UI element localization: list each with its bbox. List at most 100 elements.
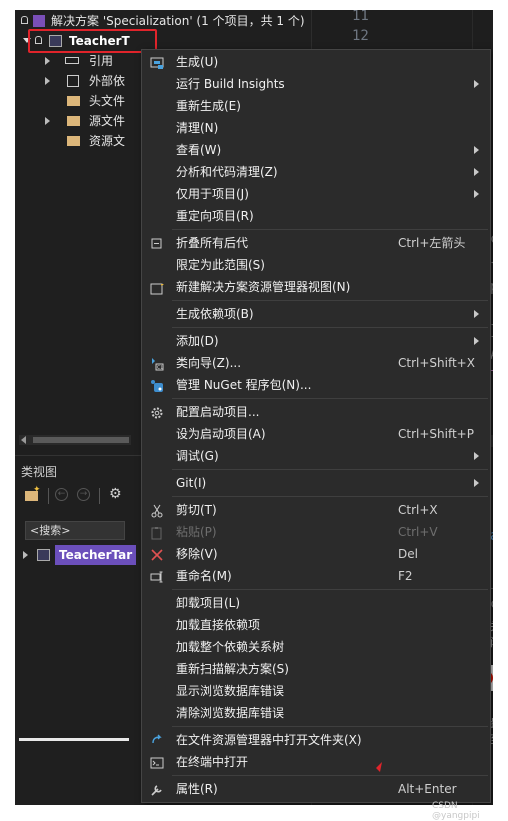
context-menu: 生成(U) 运行 Build Insights 重新生成(E) 清理(N) 查看(W) 分…	[141, 49, 491, 803]
scrollbar-thumb[interactable]	[33, 437, 129, 443]
menu-item-label: 粘贴(P)	[176, 525, 217, 539]
forward-icon[interactable]: →	[77, 488, 90, 501]
menu-item[interactable]: 清除浏览数据库错误	[142, 702, 490, 724]
menu-item[interactable]: 重新扫描解决方案(S)	[142, 658, 490, 680]
tree-item-label: 资源文	[89, 134, 126, 148]
menu-item[interactable]: CL 类向导(Z)... Ctrl+Shift+X	[142, 352, 490, 374]
external-deps-icon	[67, 75, 79, 87]
remove-icon	[150, 547, 164, 561]
menu-item-label: 剪切(T)	[176, 503, 217, 517]
menu-item-label: 清除浏览数据库错误	[176, 706, 285, 720]
menu-item-label: 重命名(M)	[176, 569, 232, 583]
menu-item[interactable]: 配置启动项目...	[142, 401, 490, 423]
menu-item-label: 显示浏览数据库错误	[176, 684, 285, 698]
highlight-box	[28, 29, 157, 53]
collapsed-arrow-icon	[23, 551, 28, 559]
menu-item-label: 生成依赖项(B)	[176, 307, 254, 321]
menu-item-shortcut: Ctrl+X	[398, 503, 438, 517]
menu-item-shortcut: Ctrl+V	[398, 525, 438, 539]
paste-icon	[150, 525, 164, 540]
menu-item[interactable]: 重命名(M) F2	[142, 565, 490, 587]
menu-item[interactable]: Git(I)	[142, 472, 490, 494]
new-folder-icon[interactable]: ✦	[25, 486, 41, 501]
gear-icon	[150, 405, 164, 419]
submenu-arrow-icon	[474, 168, 479, 176]
collapsed-arrow-icon	[45, 117, 50, 125]
class-view-search-input[interactable]: <搜索>	[25, 521, 125, 540]
panel-edge	[19, 738, 129, 741]
open-folder-icon	[150, 733, 164, 747]
menu-item-label: 重新扫描解决方案(S)	[176, 662, 289, 676]
menu-item-label: 查看(W)	[176, 143, 222, 157]
filter-folder-icon	[67, 116, 80, 126]
menu-item[interactable]: 分析和代码清理(Z)	[142, 161, 490, 183]
menu-item[interactable]: 查看(W)	[142, 139, 490, 161]
tree-item-label: 源文件	[89, 114, 126, 128]
menu-item: 粘贴(P) Ctrl+V	[142, 521, 490, 543]
menu-item[interactable]: 显示浏览数据库错误	[142, 680, 490, 702]
menu-item[interactable]: 加载直接依赖项	[142, 614, 490, 636]
horizontal-scrollbar[interactable]	[19, 435, 131, 445]
collapsed-arrow-icon	[45, 57, 50, 65]
solution-label: 解决方案 'Specialization' (1 个项目，共 1 个)	[51, 14, 305, 28]
submenu-arrow-icon	[474, 452, 479, 460]
menu-separator	[172, 496, 488, 497]
menu-item-label: 折叠所有后代	[176, 236, 249, 250]
menu-item-label: 加载整个依赖关系树	[176, 640, 285, 654]
lock-icon	[21, 16, 28, 24]
class-view-title: 类视图	[21, 465, 58, 479]
menu-item[interactable]: 重新生成(E)	[142, 95, 490, 117]
menu-item[interactable]: 管理 NuGet 程序包(N)...	[142, 374, 490, 396]
menu-item[interactable]: 添加(D)	[142, 330, 490, 352]
submenu-arrow-icon	[474, 80, 479, 88]
line-number: 11	[352, 10, 369, 24]
menu-item-label: 新建解决方案资源管理器视图(N)	[176, 280, 351, 294]
tree-item-label: 外部依	[89, 74, 126, 88]
menu-separator	[172, 775, 488, 776]
menu-separator	[172, 398, 488, 399]
menu-item[interactable]: 生成依赖项(B)	[142, 303, 490, 325]
menu-item-label: 限定为此范围(S)	[176, 258, 265, 272]
menu-item[interactable]: 新建解决方案资源管理器视图(N)	[142, 276, 490, 298]
ide-window: 解决方案 'Specialization' (1 个项目，共 1 个) Teac…	[15, 10, 493, 805]
menu-item[interactable]: 重定向项目(R)	[142, 205, 490, 227]
menu-item[interactable]: 生成(U)	[142, 51, 490, 73]
menu-item-label: 在终端中打开	[176, 755, 249, 769]
menu-item[interactable]: 折叠所有后代 Ctrl+左箭头	[142, 232, 490, 254]
menu-item[interactable]: 清理(N)	[142, 117, 490, 139]
tree-item-label: 引用	[89, 54, 114, 68]
menu-item[interactable]: 加载整个依赖关系树	[142, 636, 490, 658]
menu-item[interactable]: 在终端中打开	[142, 751, 490, 773]
scroll-left-icon[interactable]	[21, 436, 26, 444]
menu-item[interactable]: 在文件资源管理器中打开文件夹(X)	[142, 729, 490, 751]
menu-item[interactable]: 设为启动项目(A) Ctrl+Shift+P	[142, 423, 490, 445]
menu-item[interactable]: 移除(V) Del	[142, 543, 490, 565]
back-icon[interactable]: ←	[55, 488, 68, 501]
tree-item-label: 头文件	[89, 94, 126, 108]
menu-item-label: 卸载项目(L)	[176, 596, 241, 610]
menu-item-label: 在文件资源管理器中打开文件夹(X)	[176, 733, 362, 747]
menu-item[interactable]: 卸载项目(L)	[142, 592, 490, 614]
menu-item[interactable]: 限定为此范围(S)	[142, 254, 490, 276]
class-view-project-label: TeacherTar	[55, 545, 137, 565]
menu-item[interactable]: 调试(G)	[142, 445, 490, 467]
rename-icon	[150, 569, 164, 583]
menu-separator	[172, 327, 488, 328]
class-view-project-node[interactable]: TeacherTar	[23, 545, 137, 565]
menu-item[interactable]: 仅用于项目(J)	[142, 183, 490, 205]
menu-item-label: Git(I)	[176, 476, 207, 490]
menu-item[interactable]: 剪切(T) Ctrl+X	[142, 499, 490, 521]
menu-item-label: 重新生成(E)	[176, 99, 241, 113]
menu-item[interactable]: 属性(R) Alt+Enter	[142, 778, 490, 800]
menu-item-label: 管理 NuGet 程序包(N)...	[176, 378, 312, 392]
line-number: 12	[352, 28, 369, 44]
submenu-arrow-icon	[474, 190, 479, 198]
menu-item[interactable]: 运行 Build Insights	[142, 73, 490, 95]
submenu-arrow-icon	[474, 479, 479, 487]
menu-item-label: 添加(D)	[176, 334, 219, 348]
menu-separator	[172, 300, 488, 301]
menu-item-shortcut: Ctrl+左箭头	[398, 236, 466, 250]
gear-icon[interactable]: ⚙	[109, 486, 122, 502]
menu-separator	[172, 726, 488, 727]
toolbar-separator	[99, 488, 100, 504]
